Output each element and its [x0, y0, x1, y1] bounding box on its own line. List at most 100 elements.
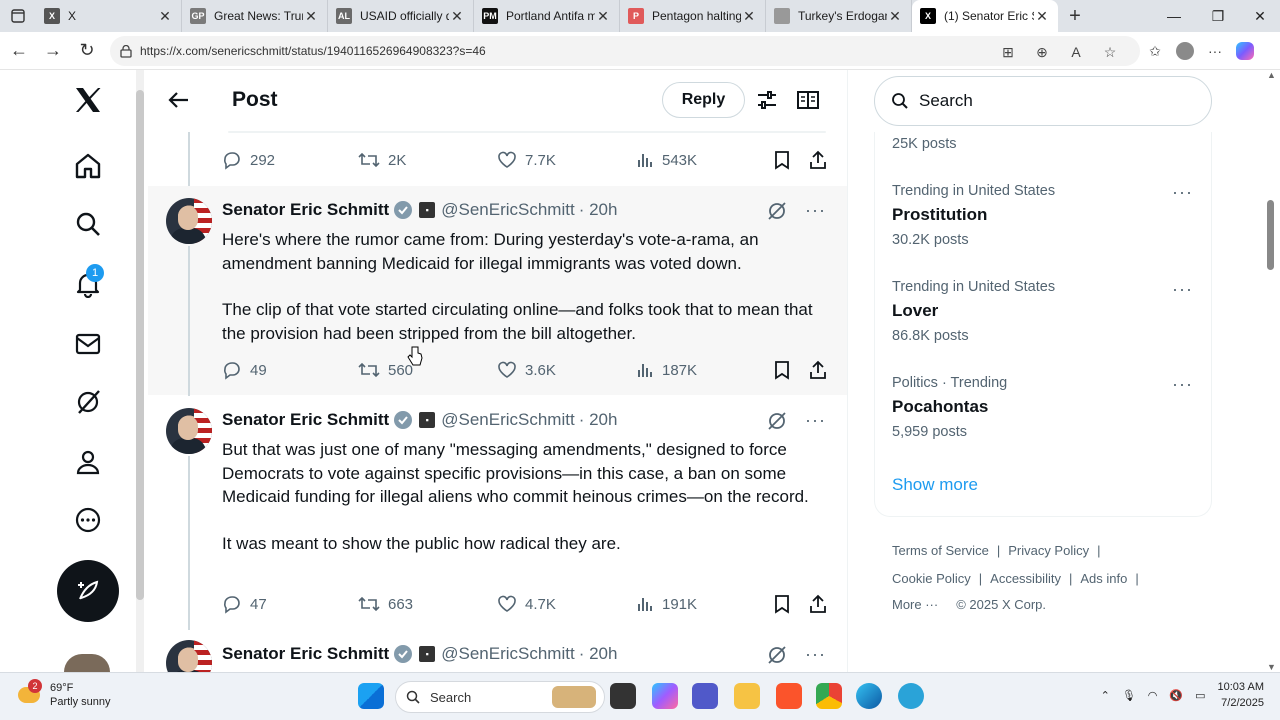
tweet-author[interactable]: Senator Eric Schmitt ▪ @SenEricSchmitt ·…	[222, 644, 617, 664]
tweet-1[interactable]: Senator Eric Schmitt ▪ @SenEricSchmitt ·…	[148, 186, 847, 395]
compose-post-button[interactable]	[57, 560, 119, 622]
tab-close-icon[interactable]: ✕	[1034, 8, 1050, 25]
zoom-icon[interactable]: ⊕	[1032, 42, 1052, 62]
tab-close-icon[interactable]: ✕	[595, 8, 611, 25]
avatar[interactable]	[166, 408, 212, 454]
profile-icon[interactable]	[1175, 41, 1195, 61]
ads-info-link[interactable]: Ads info	[1080, 571, 1127, 586]
repost-action[interactable]: 2K	[358, 150, 406, 170]
windows-start-icon[interactable]	[358, 683, 384, 709]
share-icon[interactable]	[808, 360, 828, 380]
reply-action[interactable]: 292	[222, 150, 275, 170]
trend-item[interactable]: Lover	[892, 301, 938, 321]
tweet-author[interactable]: Senator Eric Schmitt ▪ @SenEricSchmitt ·…	[222, 410, 617, 430]
favorites-icon[interactable]: ✩	[1145, 41, 1165, 61]
bookmark-icon[interactable]	[773, 594, 791, 614]
more-dots-icon[interactable]: ···	[1172, 374, 1193, 395]
forward-button[interactable]: →	[36, 34, 70, 68]
tweet-time[interactable]: · 20h	[579, 644, 618, 664]
copilot-app-icon[interactable]	[652, 683, 678, 709]
minimize-button[interactable]: —	[1152, 0, 1196, 32]
close-window-button[interactable]: ✕	[1238, 0, 1280, 32]
privacy-link[interactable]: Privacy Policy	[1008, 543, 1089, 558]
reply-action[interactable]: 49	[222, 360, 267, 380]
back-button[interactable]: ←	[2, 34, 36, 68]
explore-search-icon[interactable]	[70, 206, 106, 242]
like-action[interactable]: 7.7K	[497, 150, 556, 170]
browser-tab[interactable]: X (1) Senator Eric Sc✕	[912, 0, 1058, 32]
more-dots-icon[interactable]: ···	[805, 410, 826, 431]
like-action[interactable]: 3.6K	[497, 360, 556, 380]
clock[interactable]: 10:03 AM 7/2/2025	[1218, 679, 1264, 711]
share-icon[interactable]	[808, 594, 828, 614]
like-action[interactable]: 4.7K	[497, 594, 556, 614]
reply-action[interactable]: 47	[222, 594, 267, 614]
tweet-3[interactable]: Senator Eric Schmitt ▪ @SenEricSchmitt ·…	[148, 630, 847, 672]
filter-sliders-icon[interactable]	[756, 90, 778, 110]
brave-icon[interactable]	[776, 683, 802, 709]
avatar[interactable]	[166, 640, 212, 672]
chevron-up-icon[interactable]: ⌃	[1101, 689, 1110, 702]
taskbar-search[interactable]: Search	[395, 681, 605, 713]
grok-icon[interactable]	[767, 201, 787, 221]
grok-icon[interactable]	[70, 384, 106, 420]
tweet-handle[interactable]: @SenEricSchmitt	[441, 200, 574, 220]
page-scrollbar[interactable]: ▲ ▼	[1264, 70, 1280, 672]
account-avatar[interactable]	[64, 654, 110, 672]
more-dots-icon[interactable]: ···	[805, 644, 826, 665]
accessibility-link[interactable]: Accessibility	[990, 571, 1061, 586]
profile-person-icon[interactable]	[70, 444, 106, 480]
reply-button[interactable]: Reply	[662, 82, 745, 118]
battery-icon[interactable]: ▭	[1195, 689, 1205, 702]
browser-tab[interactable]: P Pentagon halting ✕	[620, 0, 766, 32]
left-scrollbar[interactable]	[136, 70, 144, 672]
tweet-2[interactable]: Senator Eric Schmitt ▪ @SenEricSchmitt ·…	[148, 396, 847, 628]
repost-action[interactable]: 663	[358, 594, 413, 614]
views-action[interactable]: 191K	[636, 595, 697, 613]
file-explorer-icon[interactable]	[734, 683, 760, 709]
read-aloud-icon[interactable]: A	[1066, 42, 1086, 62]
browser-tab[interactable]: GP Great News: Trum ✕	[182, 0, 328, 32]
grok-icon[interactable]	[767, 645, 787, 665]
more-menu-icon[interactable]: ···	[1205, 41, 1225, 61]
edge-icon[interactable]	[856, 683, 882, 709]
tab-close-icon[interactable]: ✕	[449, 8, 465, 25]
tab-close-icon[interactable]: ✕	[887, 8, 903, 25]
messages-mail-icon[interactable]	[70, 326, 106, 362]
reader-view-icon[interactable]	[796, 90, 820, 110]
x-logo-icon[interactable]	[70, 82, 106, 118]
repost-action[interactable]: 560	[358, 360, 413, 380]
new-tab-button[interactable]: +	[1058, 0, 1092, 32]
trend-item[interactable]: Pocahontas	[892, 397, 988, 417]
search-input[interactable]: Search	[874, 76, 1212, 126]
trend-item[interactable]: Prostitution	[892, 205, 987, 225]
back-arrow-icon[interactable]	[166, 90, 190, 110]
cookie-link[interactable]: Cookie Policy	[892, 571, 971, 586]
browser-tab[interactable]: X X ✕	[36, 0, 182, 32]
tab-actions-icon[interactable]	[0, 0, 36, 32]
more-link[interactable]: More ···	[892, 597, 938, 612]
show-more-link[interactable]: Show more	[892, 475, 978, 495]
browser-tab[interactable]: Turkey's Erdogan ✕	[766, 0, 912, 32]
more-circle-icon[interactable]	[70, 502, 106, 538]
microphone-icon[interactable]: 🎙	[1122, 689, 1136, 702]
maximize-button[interactable]: ❐	[1196, 0, 1240, 32]
home-icon[interactable]	[70, 148, 106, 184]
avatar[interactable]	[166, 198, 212, 244]
favorite-star-icon[interactable]: ☆	[1100, 42, 1120, 62]
bookmark-icon[interactable]	[773, 150, 791, 170]
task-view-icon[interactable]	[610, 683, 636, 709]
weather-widget[interactable]: 2 69°F Partly sunny	[18, 679, 111, 709]
tweet-time[interactable]: · 20h	[579, 410, 618, 430]
views-action[interactable]: 187K	[636, 361, 697, 379]
apps-icon[interactable]: ⊞	[998, 42, 1018, 62]
tweet-author[interactable]: Senator Eric Schmitt ▪ @SenEricSchmitt ·…	[222, 200, 617, 220]
telegram-icon[interactable]	[898, 683, 924, 709]
bookmark-icon[interactable]	[773, 360, 791, 380]
terms-link[interactable]: Terms of Service	[892, 543, 989, 558]
views-action[interactable]: 543K	[636, 151, 697, 169]
tweet-time[interactable]: · 20h	[579, 200, 618, 220]
share-icon[interactable]	[808, 150, 828, 170]
chrome-icon[interactable]	[816, 683, 842, 709]
tab-close-icon[interactable]: ✕	[303, 8, 319, 25]
